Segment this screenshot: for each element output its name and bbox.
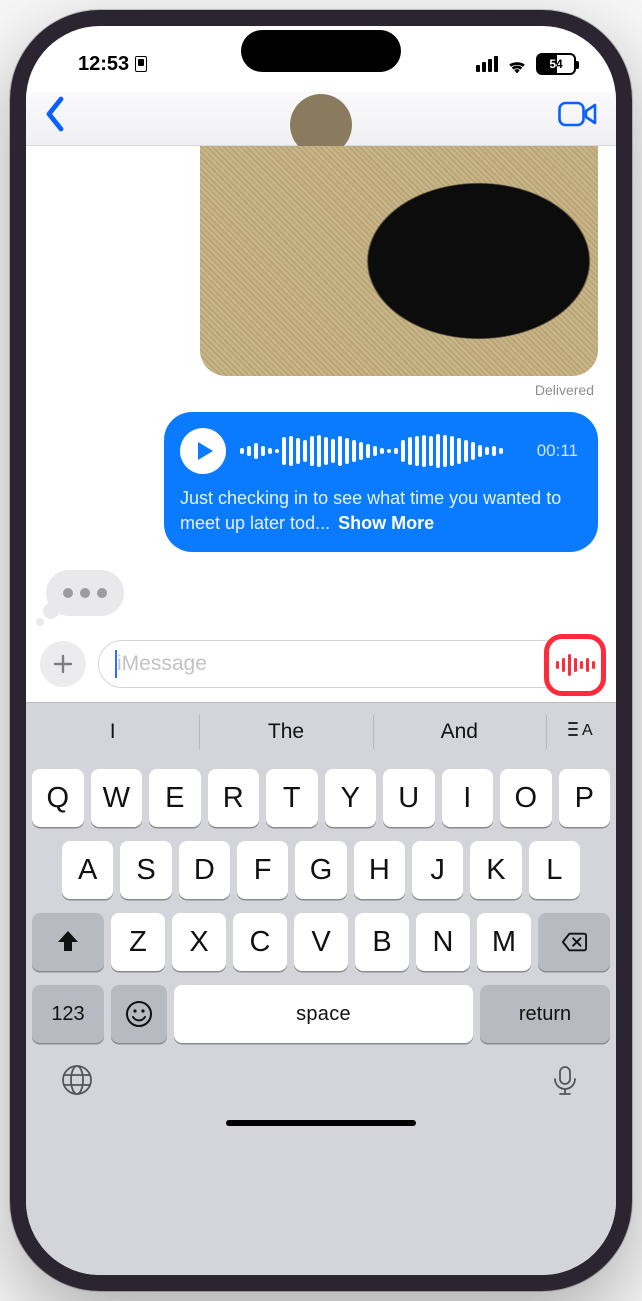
keyboard-bottom-bar xyxy=(26,1049,616,1112)
delivery-status: Delivered xyxy=(535,382,594,398)
iphone-frame: 12:53 54 xyxy=(10,10,632,1291)
conversation-header: Rhett 〉 xyxy=(26,92,616,146)
key-e[interactable]: E xyxy=(149,769,201,827)
audio-waveform[interactable] xyxy=(240,432,523,470)
suggestion-3[interactable]: And xyxy=(373,703,546,761)
backspace-key[interactable] xyxy=(538,913,610,971)
key-row-2: ASDFGHJKL xyxy=(32,841,610,899)
key-t[interactable]: T xyxy=(266,769,318,827)
suggestion-2[interactable]: The xyxy=(199,703,372,761)
audio-duration: 00:11 xyxy=(537,441,578,461)
key-z[interactable]: Z xyxy=(111,913,165,971)
show-more-button[interactable]: Show More xyxy=(338,513,434,533)
voice-wave-icon xyxy=(556,654,595,676)
key-m[interactable]: M xyxy=(477,913,531,971)
back-button[interactable] xyxy=(44,96,66,137)
dual-sim-icon xyxy=(135,56,147,72)
home-indicator[interactable] xyxy=(226,1120,416,1126)
suggestion-1[interactable]: I xyxy=(26,703,199,761)
key-i[interactable]: I xyxy=(442,769,494,827)
key-x[interactable]: X xyxy=(172,913,226,971)
message-thread[interactable]: Delivered 00:11 Just checking in to see … xyxy=(26,146,616,630)
wifi-icon xyxy=(506,56,528,72)
globe-key[interactable] xyxy=(60,1063,94,1102)
space-key[interactable]: space xyxy=(174,985,473,1043)
key-a[interactable]: A xyxy=(62,841,113,899)
sent-audio-message[interactable]: 00:11 Just checking in to see what time … xyxy=(164,412,598,552)
shift-key[interactable] xyxy=(32,913,104,971)
key-l[interactable]: L xyxy=(529,841,580,899)
predictive-bar: I The And A xyxy=(26,703,616,761)
key-u[interactable]: U xyxy=(383,769,435,827)
sent-image-message[interactable] xyxy=(200,146,598,376)
keyboard: I The And A QWERTYUIOP ASDFGHJKL ZXCVBNM xyxy=(26,702,616,1275)
key-d[interactable]: D xyxy=(179,841,230,899)
battery-percent: 54 xyxy=(538,55,574,73)
typing-indicator xyxy=(46,570,124,616)
key-r[interactable]: R xyxy=(208,769,260,827)
key-g[interactable]: G xyxy=(295,841,346,899)
key-f[interactable]: F xyxy=(237,841,288,899)
svg-text:A: A xyxy=(582,722,593,739)
key-v[interactable]: V xyxy=(294,913,348,971)
compose-bar xyxy=(26,630,616,702)
audio-transcript: Just checking in to see what time you wa… xyxy=(180,486,578,536)
numbers-key[interactable]: 123 xyxy=(32,985,104,1043)
key-s[interactable]: S xyxy=(120,841,171,899)
dictation-key[interactable] xyxy=(548,1063,582,1102)
key-j[interactable]: J xyxy=(412,841,463,899)
key-c[interactable]: C xyxy=(233,913,287,971)
key-n[interactable]: N xyxy=(416,913,470,971)
status-time: 12:53 xyxy=(78,53,129,76)
voice-message-button[interactable] xyxy=(544,634,606,696)
play-button[interactable] xyxy=(180,428,226,474)
key-h[interactable]: H xyxy=(354,841,405,899)
key-y[interactable]: Y xyxy=(325,769,377,827)
key-k[interactable]: K xyxy=(470,841,521,899)
dynamic-island xyxy=(241,30,401,72)
key-q[interactable]: Q xyxy=(32,769,84,827)
cellular-icon xyxy=(476,56,498,72)
key-o[interactable]: O xyxy=(500,769,552,827)
screen: 12:53 54 xyxy=(26,26,616,1275)
emoji-key[interactable] xyxy=(111,985,167,1043)
key-row-bottom: 123 space return xyxy=(32,985,610,1043)
text-format-button[interactable]: A xyxy=(546,703,616,761)
return-key[interactable]: return xyxy=(480,985,610,1043)
facetime-button[interactable] xyxy=(558,100,598,133)
text-caret xyxy=(115,650,117,678)
message-input[interactable] xyxy=(98,640,602,688)
apps-plus-button[interactable] xyxy=(40,641,86,687)
key-w[interactable]: W xyxy=(91,769,143,827)
key-row-1: QWERTYUIOP xyxy=(32,769,610,827)
key-p[interactable]: P xyxy=(559,769,611,827)
battery-icon: 54 xyxy=(536,53,576,75)
key-b[interactable]: B xyxy=(355,913,409,971)
key-row-3: ZXCVBNM xyxy=(32,913,610,971)
